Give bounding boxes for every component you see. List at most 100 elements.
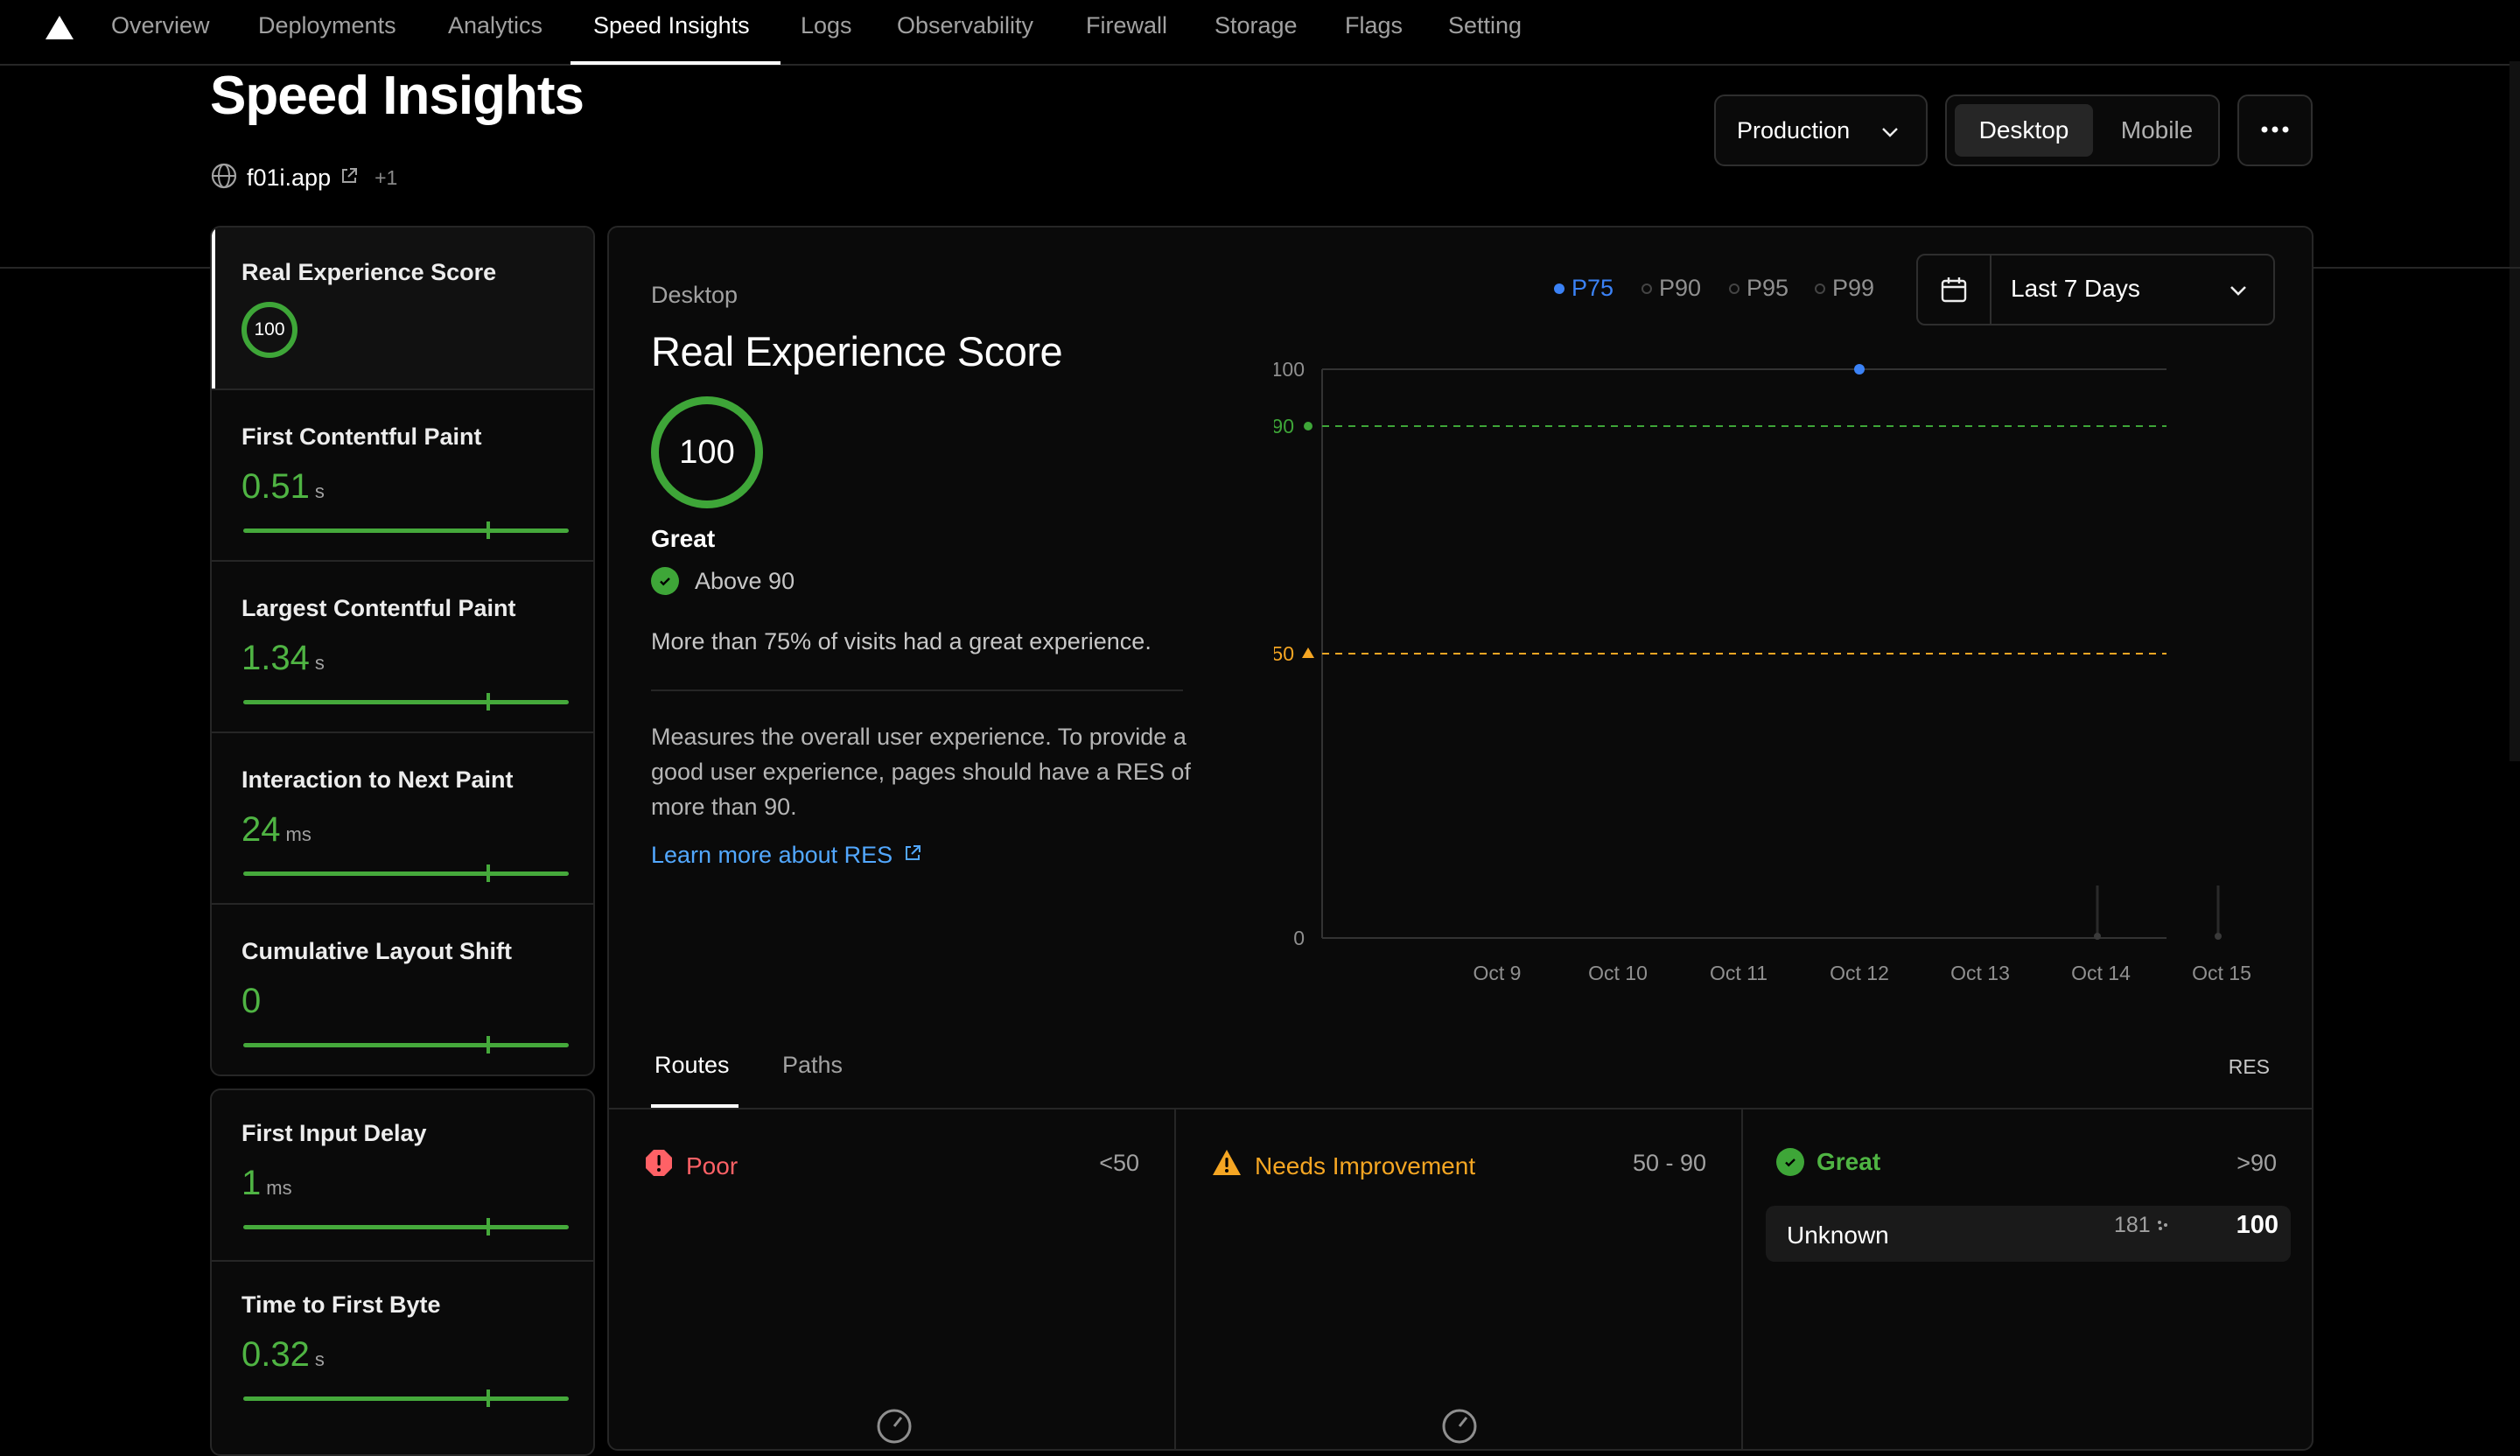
bucket-range: >90: [2236, 1150, 2277, 1176]
date-range-picker[interactable]: Last 7 Days: [1916, 254, 2275, 326]
percentile-p99[interactable]: P99: [1815, 275, 1874, 302]
metric-first-contentful-paint[interactable]: First Contentful Paint 0.51 s: [212, 390, 593, 562]
metric-unit: s: [314, 480, 325, 502]
percentile-label: P90: [1659, 275, 1702, 301]
metric-cumulative-layout-shift[interactable]: Cumulative Layout Shift 0: [212, 905, 593, 1074]
metric-time-to-first-byte[interactable]: Time to First Byte 0.32 s: [212, 1262, 593, 1437]
percentile-label: P75: [1572, 275, 1614, 301]
bucket-poor: Poor <50: [609, 1110, 1176, 1449]
bucket-range: 50 - 90: [1632, 1150, 1706, 1176]
visits-summary: More than 75% of visits had a great expe…: [651, 628, 1152, 654]
route-count: 181: [2114, 1213, 2170, 1238]
metric-label: First Contentful Paint: [242, 424, 482, 450]
bucket-needs-improvement: Needs Improvement 50 - 90: [1176, 1110, 1743, 1449]
metric-value: 24 ms: [242, 810, 312, 850]
nav-tab-deployments[interactable]: Deployments: [258, 12, 396, 39]
nav-tab-firewall[interactable]: Firewall: [1086, 12, 1167, 39]
threshold-label: 50: [1274, 642, 1294, 665]
percentile-p75[interactable]: P75: [1554, 275, 1614, 302]
threshold-label: 90: [1274, 415, 1294, 438]
score-value: 100: [679, 433, 735, 471]
metric-largest-contentful-paint[interactable]: Largest Contentful Paint 1.34 s: [212, 562, 593, 733]
vercel-logo-icon[interactable]: [46, 16, 74, 39]
metric-detail-panel: Desktop Real Experience Score 100 Great …: [607, 226, 2314, 1451]
active-tab-indicator: [570, 61, 780, 65]
metric-real-experience-score[interactable]: Real Experience Score 100: [212, 228, 593, 390]
route-row[interactable]: Unknown 181 100: [1766, 1206, 2291, 1262]
device-label: Desktop: [651, 282, 738, 308]
nav-tab-logs[interactable]: Logs: [801, 12, 852, 39]
calendar-icon[interactable]: [1918, 256, 1992, 324]
threshold-marker: [1302, 648, 1314, 658]
metric-value: 0: [242, 982, 266, 1021]
score-ring: 100: [651, 396, 763, 508]
metric-first-input-delay[interactable]: First Input Delay 1 ms: [212, 1090, 593, 1262]
nav-tab-setting[interactable]: Setting: [1448, 12, 1522, 39]
percentile-dot: [1642, 283, 1652, 294]
nav-tab-observability[interactable]: Observability: [897, 12, 1033, 39]
divider: [651, 690, 1183, 691]
device-toggle: Desktop Mobile: [1945, 94, 2220, 166]
core-metrics-card: Real Experience Score 100 First Contentf…: [210, 226, 595, 1076]
tab-paths[interactable]: Paths: [782, 1052, 843, 1079]
nav-tab-storage[interactable]: Storage: [1214, 12, 1298, 39]
percentile-p90[interactable]: P90: [1642, 275, 1701, 302]
y-tick-label: 100: [1274, 358, 1305, 381]
additional-domains-badge[interactable]: +1: [374, 166, 397, 190]
res-chart: 100 0 90 50 Oct 9 Oct 10 Oct 11 Oct 12 Oct 13 Oct…: [1274, 358, 2251, 984]
y-tick-label: 0: [1293, 927, 1305, 949]
nav-tab-overview[interactable]: Overview: [111, 12, 210, 39]
metric-number: 1: [242, 1164, 262, 1202]
metric-interaction-to-next-paint[interactable]: Interaction to Next Paint 24 ms: [212, 733, 593, 905]
device-mobile-button[interactable]: Mobile: [2100, 104, 2214, 157]
metric-progress-bar: [243, 522, 569, 539]
rating-label: Great: [651, 525, 716, 552]
metric-progress-bar: [243, 1218, 569, 1236]
route-count-value: 181: [2114, 1213, 2151, 1237]
error-icon: [644, 1148, 674, 1184]
x-tick-label: Oct 12: [1830, 962, 1889, 984]
metric-unit: ms: [285, 823, 312, 845]
chevron-down-icon: [2226, 278, 2250, 307]
external-link-icon[interactable]: [340, 166, 359, 190]
bucket-label: Poor: [686, 1152, 738, 1180]
metric-label: Cumulative Layout Shift: [242, 938, 513, 964]
check-circle-icon: [1776, 1148, 1804, 1176]
environment-label: Production: [1737, 116, 1851, 144]
metric-value: 1 ms: [242, 1164, 292, 1203]
route-name: Unknown: [1787, 1222, 1889, 1249]
scrollbar[interactable]: [2510, 61, 2520, 761]
nav-tab-flags[interactable]: Flags: [1345, 12, 1403, 39]
more-options-button[interactable]: [2237, 94, 2313, 166]
threshold-tick: [486, 693, 490, 710]
detail-title: Real Experience Score: [651, 328, 1063, 374]
metric-label: Largest Contentful Paint: [242, 595, 516, 621]
learn-more-link[interactable]: Learn more about RES: [651, 842, 922, 869]
res-column-header: RES: [2228, 1055, 2270, 1078]
device-desktop-button[interactable]: Desktop: [1955, 104, 2093, 157]
bucket-header: Needs Improvement: [1211, 1148, 1475, 1184]
nav-tab-speed-insights[interactable]: Speed Insights: [593, 12, 750, 39]
percentile-p95[interactable]: P95: [1729, 275, 1788, 302]
metric-value: 1.34 s: [242, 639, 325, 678]
bucket-label: Needs Improvement: [1255, 1152, 1476, 1180]
metric-value: 0.32 s: [242, 1335, 325, 1375]
metric-label: Time to First Byte: [242, 1292, 441, 1318]
nav-tab-analytics[interactable]: Analytics: [448, 12, 542, 39]
page-title: Speed Insights: [210, 66, 584, 126]
warning-icon: [1211, 1148, 1242, 1184]
x-tick-label: Oct 14: [2071, 962, 2131, 984]
learn-more-label: Learn more about RES: [651, 842, 893, 868]
percentile-dot: [1554, 283, 1564, 294]
environment-select[interactable]: Production: [1714, 94, 1928, 166]
metric-number: 0: [242, 982, 262, 1020]
divider: [2314, 267, 2520, 269]
domain-link[interactable]: f01i.app: [247, 164, 331, 192]
metric-number: 0.51: [242, 467, 310, 506]
chevron-down-icon: [1879, 121, 1901, 150]
bucket-range: <50: [1099, 1150, 1139, 1176]
divider: [0, 267, 210, 269]
other-metrics-card: First Input Delay 1 ms Time to First Byte…: [210, 1088, 595, 1456]
bucket-great: Great >90 Unknown 181 100: [1743, 1110, 2312, 1449]
tab-routes[interactable]: Routes: [654, 1052, 730, 1079]
